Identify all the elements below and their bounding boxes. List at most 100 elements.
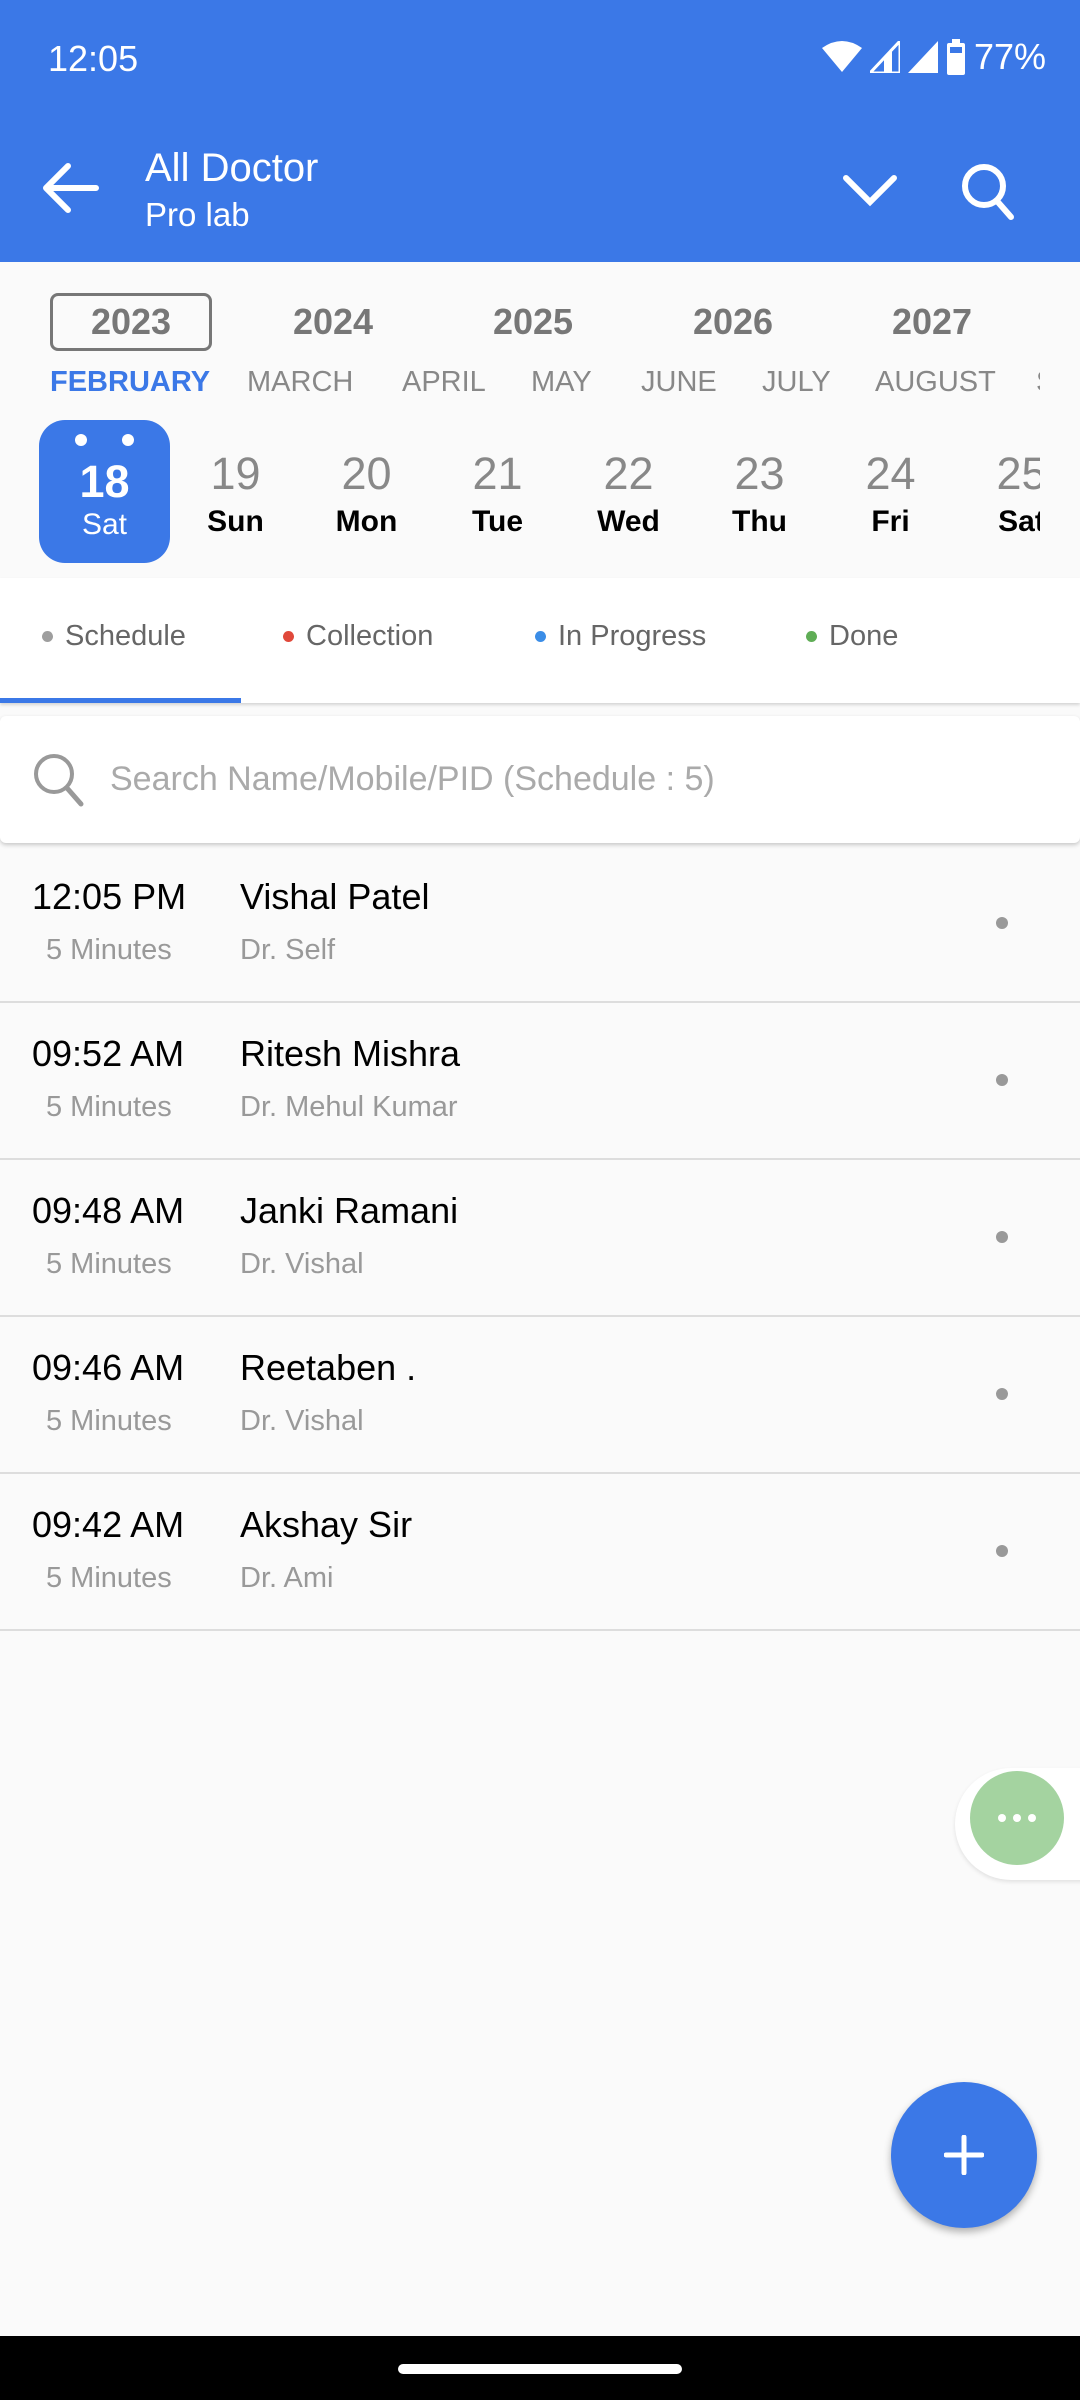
year-item[interactable]: 2027 <box>851 293 1013 351</box>
back-arrow-icon[interactable] <box>40 160 102 216</box>
doctor-name: Dr. Ami <box>240 1562 334 1594</box>
appointment-row[interactable]: 09:42 AM 5 Minutes Akshay Sir Dr. Ami <box>0 1474 1080 1631</box>
day-number: 25 <box>996 448 1040 499</box>
day-item[interactable]: 21 Tue <box>432 420 563 563</box>
day-number: 22 <box>603 448 654 499</box>
appointment-row[interactable]: 09:52 AM 5 Minutes Ritesh Mishra Dr. Mehul… <box>0 1003 1080 1160</box>
status-dot <box>996 917 1008 929</box>
day-item[interactable]: 23 Thu <box>694 420 825 563</box>
appointment-duration: 5 Minutes <box>46 934 172 966</box>
day-weekday: Thu <box>732 505 787 538</box>
month-item[interactable]: FEBRUARY <box>50 366 210 399</box>
status-dot <box>806 631 817 642</box>
status-time: 12:05 <box>48 38 139 79</box>
appointment-time: 09:52 AM <box>32 1033 185 1074</box>
day-item[interactable]: 25 Sat <box>956 420 1040 563</box>
doctor-name: Dr. Mehul Kumar <box>240 1091 458 1123</box>
day-item[interactable]: 20 Mon <box>301 420 432 563</box>
wifi-icon <box>821 41 862 72</box>
status-icons: 77% <box>821 36 1046 78</box>
day-number: 19 <box>210 448 261 499</box>
year-item[interactable]: 2026 <box>652 293 814 351</box>
day-number: 23 <box>734 448 785 499</box>
search-icon[interactable] <box>960 162 1016 222</box>
appointment-row[interactable]: 09:48 AM 5 Minutes Janki Ramani Dr. Vishal <box>0 1160 1080 1317</box>
tab-schedule[interactable]: Schedule <box>42 620 186 653</box>
year-item[interactable]: 2024 <box>252 293 414 351</box>
month-item[interactable]: MAY <box>531 366 592 399</box>
appointment-row[interactable]: 09:46 AM 5 Minutes Reetaben . Dr. Vishal <box>0 1317 1080 1474</box>
appointment-duration: 5 Minutes <box>46 1405 172 1437</box>
patient-name: Vishal Patel <box>240 876 430 917</box>
day-item[interactable]: 18 Sat <box>39 420 170 563</box>
day-item[interactable]: 22 Wed <box>563 420 694 563</box>
tab-in-progress[interactable]: In Progress <box>535 620 706 653</box>
day-weekday: Sat <box>81 508 128 541</box>
signal-icon <box>869 41 900 73</box>
day-item[interactable]: 24 Fri <box>825 420 956 563</box>
event-dot <box>122 434 134 446</box>
search-bar <box>0 716 1080 843</box>
status-dot <box>535 631 546 642</box>
appointment-row[interactable]: 12:05 PM 5 Minutes Vishal Patel Dr. Self <box>0 846 1080 1003</box>
status-dot <box>996 1388 1008 1400</box>
day-item[interactable]: 19 Sun <box>170 420 301 563</box>
status-dot <box>42 631 53 642</box>
month-item[interactable]: S <box>1036 366 1040 399</box>
month-item[interactable]: JULY <box>762 366 831 399</box>
month-item[interactable]: MARCH <box>247 366 353 399</box>
event-dot <box>75 434 87 446</box>
day-weekday: Sat <box>998 505 1040 538</box>
month-item[interactable]: AUGUST <box>875 366 996 399</box>
battery-icon <box>946 39 965 75</box>
month-selector: FEBRUARY MARCH APRIL MAY JUNE JULY AUGUS… <box>0 366 1040 406</box>
year-item[interactable]: 2025 <box>452 293 614 351</box>
tab-done[interactable]: Done <box>806 620 898 653</box>
chevron-down-icon[interactable] <box>842 172 898 208</box>
month-item[interactable]: JUNE <box>641 366 717 399</box>
add-appointment-button[interactable] <box>891 2082 1037 2228</box>
day-selector: 18 Sat 19 Sun 20 Mon 21 Tue 22 Wed 23 Thu 24 Fr… <box>0 420 1040 563</box>
more-button[interactable] <box>970 1771 1064 1865</box>
status-tabs: Schedule Collection In Progress Done <box>0 578 1080 703</box>
appointment-duration: 5 Minutes <box>46 1091 172 1123</box>
month-item[interactable]: APRIL <box>402 366 486 399</box>
patient-name: Ritesh Mishra <box>240 1033 461 1074</box>
page-subtitle: Pro lab <box>145 196 250 233</box>
year-item[interactable]: 2023 <box>50 293 212 351</box>
day-number: 18 <box>79 456 130 507</box>
appointment-duration: 5 Minutes <box>46 1248 172 1280</box>
app-header: 12:05 77% All Doctor Pro lab <box>0 0 1080 262</box>
appointment-time: 09:48 AM <box>32 1190 185 1231</box>
tab-label: Schedule <box>65 620 186 652</box>
day-weekday: Wed <box>597 505 660 538</box>
navigation-bar <box>0 2336 1080 2400</box>
day-number: 20 <box>341 448 392 499</box>
search-icon <box>34 754 84 807</box>
search-input[interactable] <box>110 716 1050 843</box>
day-number: 21 <box>472 448 523 499</box>
home-handle[interactable] <box>398 2364 682 2374</box>
status-dot <box>996 1074 1008 1086</box>
battery-level: 77% <box>973 36 1046 77</box>
signal-icon <box>907 41 938 73</box>
status-dot <box>996 1545 1008 1557</box>
doctor-name: Dr. Vishal <box>240 1248 364 1280</box>
status-dot <box>283 631 294 642</box>
plus-icon <box>944 2135 984 2175</box>
day-weekday: Tue <box>471 505 524 538</box>
appointment-time: 09:46 AM <box>32 1347 185 1388</box>
tab-label: Collection <box>306 620 434 652</box>
patient-name: Reetaben . <box>240 1347 417 1388</box>
tab-label: In Progress <box>558 620 707 652</box>
appointment-time: 09:42 AM <box>32 1504 185 1545</box>
year-selector: 2023 2024 2025 2026 2027 <box>0 293 1080 351</box>
tab-label: Done <box>829 620 899 652</box>
appointment-time: 12:05 PM <box>32 876 187 917</box>
more-horizontal-icon <box>998 1814 1036 1822</box>
patient-name: Janki Ramani <box>240 1190 459 1231</box>
active-tab-indicator <box>0 698 241 703</box>
tab-collection[interactable]: Collection <box>283 620 433 653</box>
doctor-name: Dr. Self <box>240 934 336 966</box>
day-number: 24 <box>865 448 916 499</box>
